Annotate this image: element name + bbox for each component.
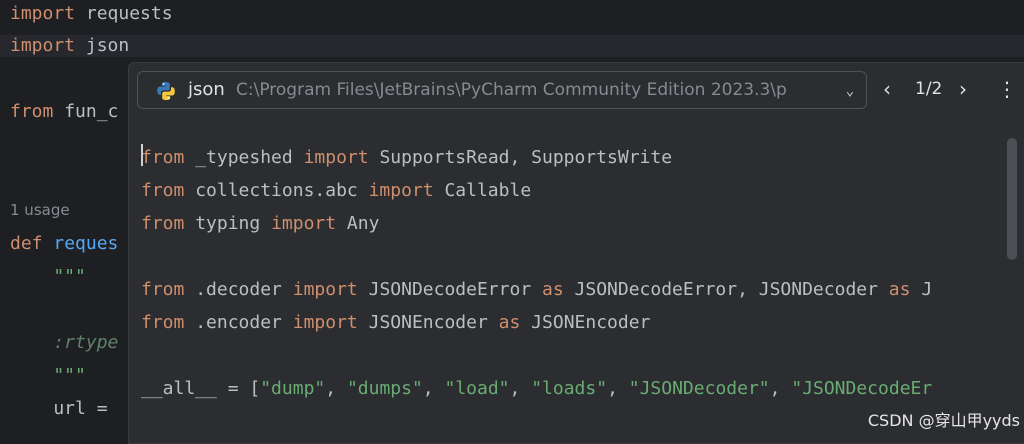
string-literal: "dump" — [260, 378, 326, 399]
keyword-import: import — [303, 147, 369, 168]
watermark: CSDN @穿山甲yyds — [867, 411, 1020, 430]
imported-names: Callable — [433, 180, 532, 201]
string-literal: "JSONDecodeEr — [791, 378, 933, 399]
page-indicator: 1/2 — [915, 79, 943, 99]
code-line-from-fun: from fun_c — [10, 101, 118, 123]
chevron-left-icon[interactable]: ‹ — [883, 77, 891, 101]
vertical-scrollbar[interactable] — [1007, 138, 1017, 260]
imported-names: JSONEncoder — [520, 312, 651, 333]
separator: , — [325, 378, 347, 399]
string-literal: "load" — [444, 378, 510, 399]
imported-names: J — [910, 279, 933, 300]
keyword-import: import — [292, 279, 358, 300]
module-ref: collections.abc — [184, 180, 369, 201]
string-literal: "dumps" — [346, 378, 423, 399]
source-selector[interactable]: json C:\Program Files\JetBrains\PyCharm … — [137, 71, 867, 109]
function-name: reques — [53, 233, 119, 254]
keyword-import: import — [10, 3, 76, 24]
python-icon — [157, 82, 175, 100]
module-ref: .encoder — [184, 312, 293, 333]
doc-code-line-1: from _typeshed import SupportsRead, Supp… — [141, 147, 672, 169]
keyword-from: from — [10, 101, 54, 122]
doc-code-line-3: from typing import Any — [141, 213, 379, 235]
module-ref: .decoder — [184, 279, 293, 300]
separator: , — [607, 378, 629, 399]
doc-code-line-5: from .encoder import JSONEncoder as JSON… — [141, 312, 650, 334]
more-vertical-icon[interactable]: ⋮ — [997, 77, 1017, 101]
keyword-import: import — [368, 180, 434, 201]
doc-code-line-6: __all__ = ["dump", "dumps", "load", "loa… — [141, 378, 932, 400]
separator: , — [422, 378, 445, 399]
chevron-right-icon[interactable]: › — [959, 77, 967, 101]
editor-gutter — [0, 0, 6, 438]
keyword-import: import — [271, 213, 337, 234]
module-path: C:\Program Files\JetBrains\PyCharm Commu… — [236, 80, 787, 100]
imported-names: SupportsRead, SupportsWrite — [368, 147, 673, 168]
keyword-as: as — [888, 279, 911, 300]
code-line-docstring-close: """ — [10, 365, 86, 386]
keyword-as: as — [498, 312, 521, 333]
keyword-from: from — [141, 312, 185, 333]
separator: , — [509, 378, 532, 399]
quick-documentation-popup[interactable]: json C:\Program Files\JetBrains\PyCharm … — [128, 62, 1024, 444]
string-literal: "loads" — [531, 378, 608, 399]
imported-names: Any — [336, 213, 380, 234]
module-name: json — [188, 79, 225, 100]
module-ref: _typeshed — [184, 147, 304, 168]
imported-names: JSONDecodeError, JSONDecoder — [563, 279, 889, 300]
imported-names: JSONDecodeError — [357, 279, 542, 300]
keyword-from: from — [141, 213, 185, 234]
usage-hint[interactable]: 1 usage — [10, 201, 70, 219]
imported-names: JSONEncoder — [357, 312, 499, 333]
code-line-import-requests: import requests — [10, 3, 173, 25]
code-line-import-json[interactable]: import json — [0, 35, 1024, 57]
module-ref: typing — [184, 213, 272, 234]
code-line-def: def reques — [10, 233, 118, 255]
module-fun: fun_c — [53, 101, 119, 122]
doc-code-line-2: from collections.abc import Callable — [141, 180, 531, 202]
keyword-from: from — [141, 147, 185, 168]
code-line-docstring-open: """ — [10, 266, 86, 287]
chevron-down-icon[interactable]: ⌄ — [840, 81, 860, 101]
module-json[interactable]: json — [75, 35, 129, 56]
keyword-as: as — [542, 279, 564, 300]
keyword-from: from — [141, 279, 185, 300]
string-literal: "JSONDecoder" — [628, 378, 770, 399]
keyword-import: import — [10, 35, 76, 56]
all-assignment: __all__ = [ — [141, 378, 261, 399]
code-line-url: url = — [10, 398, 108, 419]
doc-code-line-4: from .decoder import JSONDecodeError as … — [141, 279, 932, 301]
keyword-import: import — [292, 312, 358, 333]
keyword-def: def — [10, 233, 43, 254]
separator: , — [769, 378, 792, 399]
keyword-from: from — [141, 180, 185, 201]
code-line-rtype: :rtype — [10, 332, 119, 353]
module-requests: requests — [75, 3, 173, 24]
